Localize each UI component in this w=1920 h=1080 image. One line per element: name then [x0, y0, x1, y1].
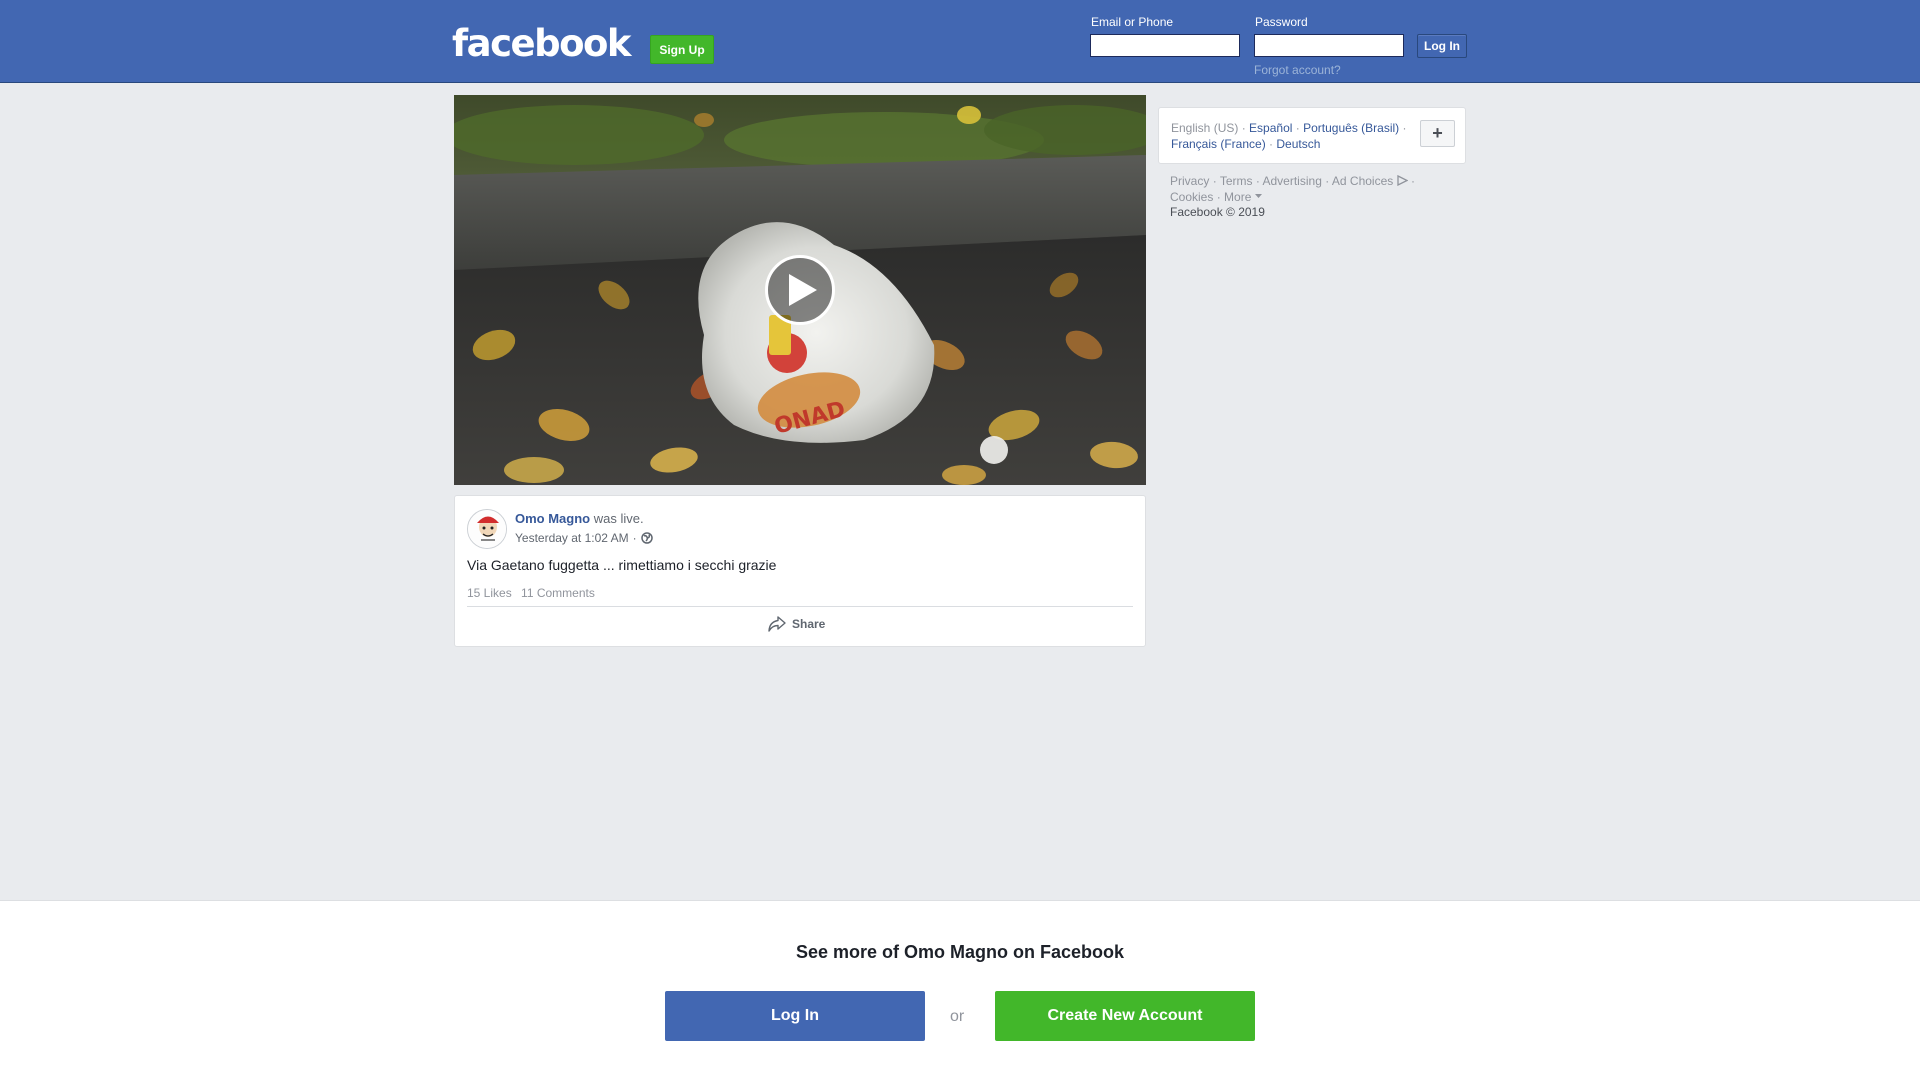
copyright-text: Facebook © 2019	[1170, 205, 1265, 219]
facebook-logo[interactable]: facebook	[452, 25, 632, 62]
share-label: Share	[792, 617, 826, 631]
email-label: Email or Phone	[1091, 15, 1174, 29]
ad-choices-link[interactable]: Ad Choices	[1332, 174, 1393, 188]
globe-icon[interactable]	[640, 532, 653, 544]
password-label: Password	[1255, 15, 1308, 29]
privacy-link[interactable]: Privacy	[1170, 174, 1209, 188]
more-languages-button[interactable]: +	[1420, 120, 1455, 147]
email-field[interactable]	[1090, 34, 1240, 57]
separator: ·	[1295, 121, 1300, 135]
banner-title: See more of Omo Magno on Facebook	[795, 942, 1125, 962]
language-option-francais[interactable]: Français (France)	[1171, 137, 1266, 151]
separator: ·	[1212, 174, 1217, 188]
meta-separator: ·	[632, 531, 637, 545]
separator: ·	[1402, 121, 1407, 135]
banner-login-button[interactable]: Log In	[665, 991, 925, 1041]
post-stats: 15 Likes 11 Comments	[467, 586, 601, 600]
post-divider	[467, 606, 1133, 607]
avatar-image	[468, 510, 506, 548]
likes-count[interactable]: 15 Likes	[467, 586, 512, 600]
language-option-portugues[interactable]: Português (Brasil)	[1303, 121, 1399, 135]
footer-links: Privacy · Terms · Advertising · Ad Choic…	[1170, 173, 1430, 205]
more-link[interactable]: More	[1224, 190, 1251, 204]
separator: ·	[1255, 174, 1260, 188]
separator: ·	[1269, 137, 1274, 151]
post-meta: Yesterday at 1:02 AM ·	[515, 531, 653, 545]
cookies-link[interactable]: Cookies	[1170, 190, 1213, 204]
advertising-link[interactable]: Advertising	[1263, 174, 1322, 188]
separator: ·	[1325, 174, 1330, 188]
banner-or-text: or	[950, 1008, 965, 1025]
share-button[interactable]: Share	[768, 616, 825, 632]
post-timestamp[interactable]: Yesterday at 1:02 AM	[515, 531, 629, 545]
top-navigation-bar: facebook Sign Up Email or Phone Password…	[0, 0, 1920, 83]
play-icon	[789, 274, 817, 306]
separator: ·	[1241, 121, 1246, 135]
post-body-text: Via Gaetano fuggetta ... rimettiamo i se…	[467, 557, 777, 573]
share-icon	[768, 616, 786, 632]
separator: ·	[1216, 190, 1221, 204]
current-language: English (US)	[1171, 121, 1239, 135]
language-selector-box: English (US) · Español · Português (Bras…	[1158, 107, 1466, 164]
create-account-button[interactable]: Create New Account	[995, 991, 1255, 1041]
separator: ·	[1410, 174, 1415, 188]
ad-choices-icon	[1396, 174, 1409, 187]
author-name-link[interactable]: Omo Magno	[515, 511, 590, 526]
header-login-button[interactable]: Log In	[1417, 34, 1467, 58]
post-card: Omo Magno was live. Yesterday at 1:02 AM…	[454, 495, 1146, 647]
author-action-text: was live.	[593, 511, 644, 526]
author-avatar[interactable]	[467, 509, 507, 549]
caret-down-icon	[1254, 194, 1262, 198]
forgot-account-link[interactable]: Forgot account?	[1254, 63, 1341, 77]
video-player[interactable]: ONAD	[454, 95, 1146, 485]
comments-count[interactable]: 11 Comments	[521, 586, 595, 600]
signup-banner: See more of Omo Magno on Facebook Log In…	[0, 900, 1920, 1080]
password-field[interactable]	[1254, 34, 1404, 57]
terms-link[interactable]: Terms	[1220, 174, 1253, 188]
sign-up-button[interactable]: Sign Up	[650, 35, 714, 64]
play-button[interactable]	[765, 255, 835, 325]
language-option-deutsch[interactable]: Deutsch	[1276, 137, 1320, 151]
language-list: English (US) · Español · Português (Bras…	[1171, 120, 1411, 152]
post-header: Omo Magno was live.	[515, 511, 644, 526]
language-option-espanol[interactable]: Español	[1249, 121, 1292, 135]
